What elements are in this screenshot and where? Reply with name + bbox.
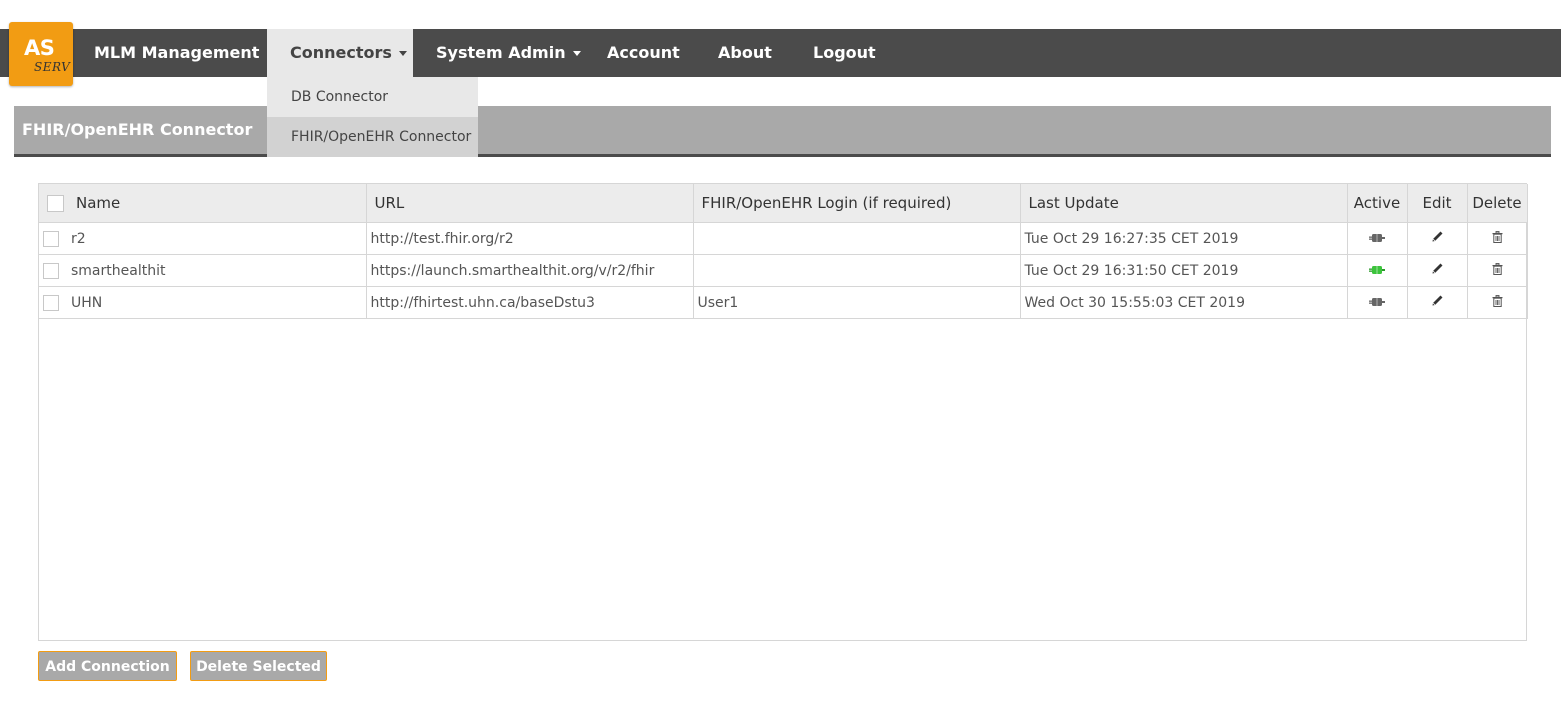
table-header-row: Name URL FHIR/OpenEHR Login (if required… xyxy=(39,184,1528,223)
cell-name: UHN xyxy=(39,286,367,319)
plug-icon[interactable] xyxy=(1369,295,1385,311)
column-header-delete: Delete xyxy=(1467,184,1528,223)
cell-login: User1 xyxy=(693,286,1021,319)
trash-icon[interactable] xyxy=(1492,294,1503,311)
page-title: FHIR/OpenEHR Connector xyxy=(22,120,253,139)
column-header-login: FHIR/OpenEHR Login (if required) xyxy=(693,184,1021,223)
nav-system-admin-label: System Admin xyxy=(436,43,566,62)
nav-mlm-management[interactable]: MLM Management xyxy=(71,29,282,77)
cell-delete xyxy=(1467,222,1528,255)
nav-system-admin[interactable]: System Admin xyxy=(413,29,604,77)
column-header-url: URL xyxy=(366,184,694,223)
row-checkbox[interactable] xyxy=(43,262,59,279)
cell-last-update: Tue Oct 29 16:31:50 CET 2019 xyxy=(1020,254,1348,287)
cell-name: smarthealthit xyxy=(39,254,367,287)
cell-edit xyxy=(1407,254,1468,287)
row-name: r2 xyxy=(71,230,86,247)
cell-edit xyxy=(1407,286,1468,319)
cell-edit xyxy=(1407,222,1468,255)
table-row: r2 http://test.fhir.org/r2 Tue Oct 29 16… xyxy=(39,222,1528,255)
pencil-icon[interactable] xyxy=(1431,262,1444,279)
cell-active xyxy=(1347,286,1408,319)
trash-icon[interactable] xyxy=(1492,262,1503,279)
cell-login xyxy=(693,222,1021,255)
app-logo[interactable]: AS SERV xyxy=(9,22,73,86)
select-all-checkbox[interactable] xyxy=(47,195,64,212)
cell-delete xyxy=(1467,286,1528,319)
nav-connectors[interactable]: Connectors xyxy=(267,29,413,77)
caret-down-icon xyxy=(572,51,581,56)
plug-active-icon[interactable] xyxy=(1369,263,1385,279)
cell-last-update: Wed Oct 30 15:55:03 CET 2019 xyxy=(1020,286,1348,319)
caret-down-icon xyxy=(398,51,407,56)
dropdown-item-db-connector[interactable]: DB Connector xyxy=(267,77,478,117)
row-checkbox[interactable] xyxy=(43,230,59,247)
trash-icon[interactable] xyxy=(1492,230,1503,247)
add-connection-button[interactable]: Add Connection xyxy=(38,651,177,681)
top-navbar: MLM Management Connectors System Admin A… xyxy=(0,29,1561,77)
connections-grid: Name URL FHIR/OpenEHR Login (if required… xyxy=(38,183,1528,641)
cell-delete xyxy=(1467,254,1528,287)
nav-account[interactable]: Account xyxy=(584,29,703,77)
row-name: smarthealthit xyxy=(71,262,166,279)
row-name: UHN xyxy=(71,294,103,311)
table-row: smarthealthit https://launch.smarthealth… xyxy=(39,254,1528,287)
row-checkbox[interactable] xyxy=(43,294,59,311)
pencil-icon[interactable] xyxy=(1431,230,1444,247)
cell-url: https://launch.smarthealthit.org/v/r2/fh… xyxy=(366,254,694,287)
cell-active xyxy=(1347,254,1408,287)
logo-text: AS xyxy=(24,36,55,60)
column-header-name: Name xyxy=(39,184,367,223)
nav-about[interactable]: About xyxy=(695,29,795,77)
delete-selected-button[interactable]: Delete Selected xyxy=(190,651,327,681)
nav-logout[interactable]: Logout xyxy=(790,29,899,77)
page-header: FHIR/OpenEHR Connector xyxy=(14,106,1551,157)
cell-name: r2 xyxy=(39,222,367,255)
connectors-dropdown: DB Connector FHIR/OpenEHR Connector xyxy=(267,77,478,157)
cell-url: http://fhirtest.uhn.ca/baseDstu3 xyxy=(366,286,694,319)
cell-url: http://test.fhir.org/r2 xyxy=(366,222,694,255)
nav-connectors-label: Connectors xyxy=(290,43,392,62)
cell-login xyxy=(693,254,1021,287)
column-header-edit: Edit xyxy=(1407,184,1468,223)
cell-last-update: Tue Oct 29 16:27:35 CET 2019 xyxy=(1020,222,1348,255)
column-header-active: Active xyxy=(1347,184,1408,223)
dropdown-item-fhir-connector[interactable]: FHIR/OpenEHR Connector xyxy=(267,117,478,157)
cell-active xyxy=(1347,222,1408,255)
plug-icon[interactable] xyxy=(1369,231,1385,247)
connections-table: Name URL FHIR/OpenEHR Login (if required… xyxy=(39,184,1528,319)
logo-subtext: SERV xyxy=(34,60,71,74)
pencil-icon[interactable] xyxy=(1431,294,1444,311)
table-row: UHN http://fhirtest.uhn.ca/baseDstu3 Use… xyxy=(39,286,1528,319)
column-header-last-update: Last Update xyxy=(1020,184,1348,223)
column-header-name-label: Name xyxy=(76,194,121,212)
